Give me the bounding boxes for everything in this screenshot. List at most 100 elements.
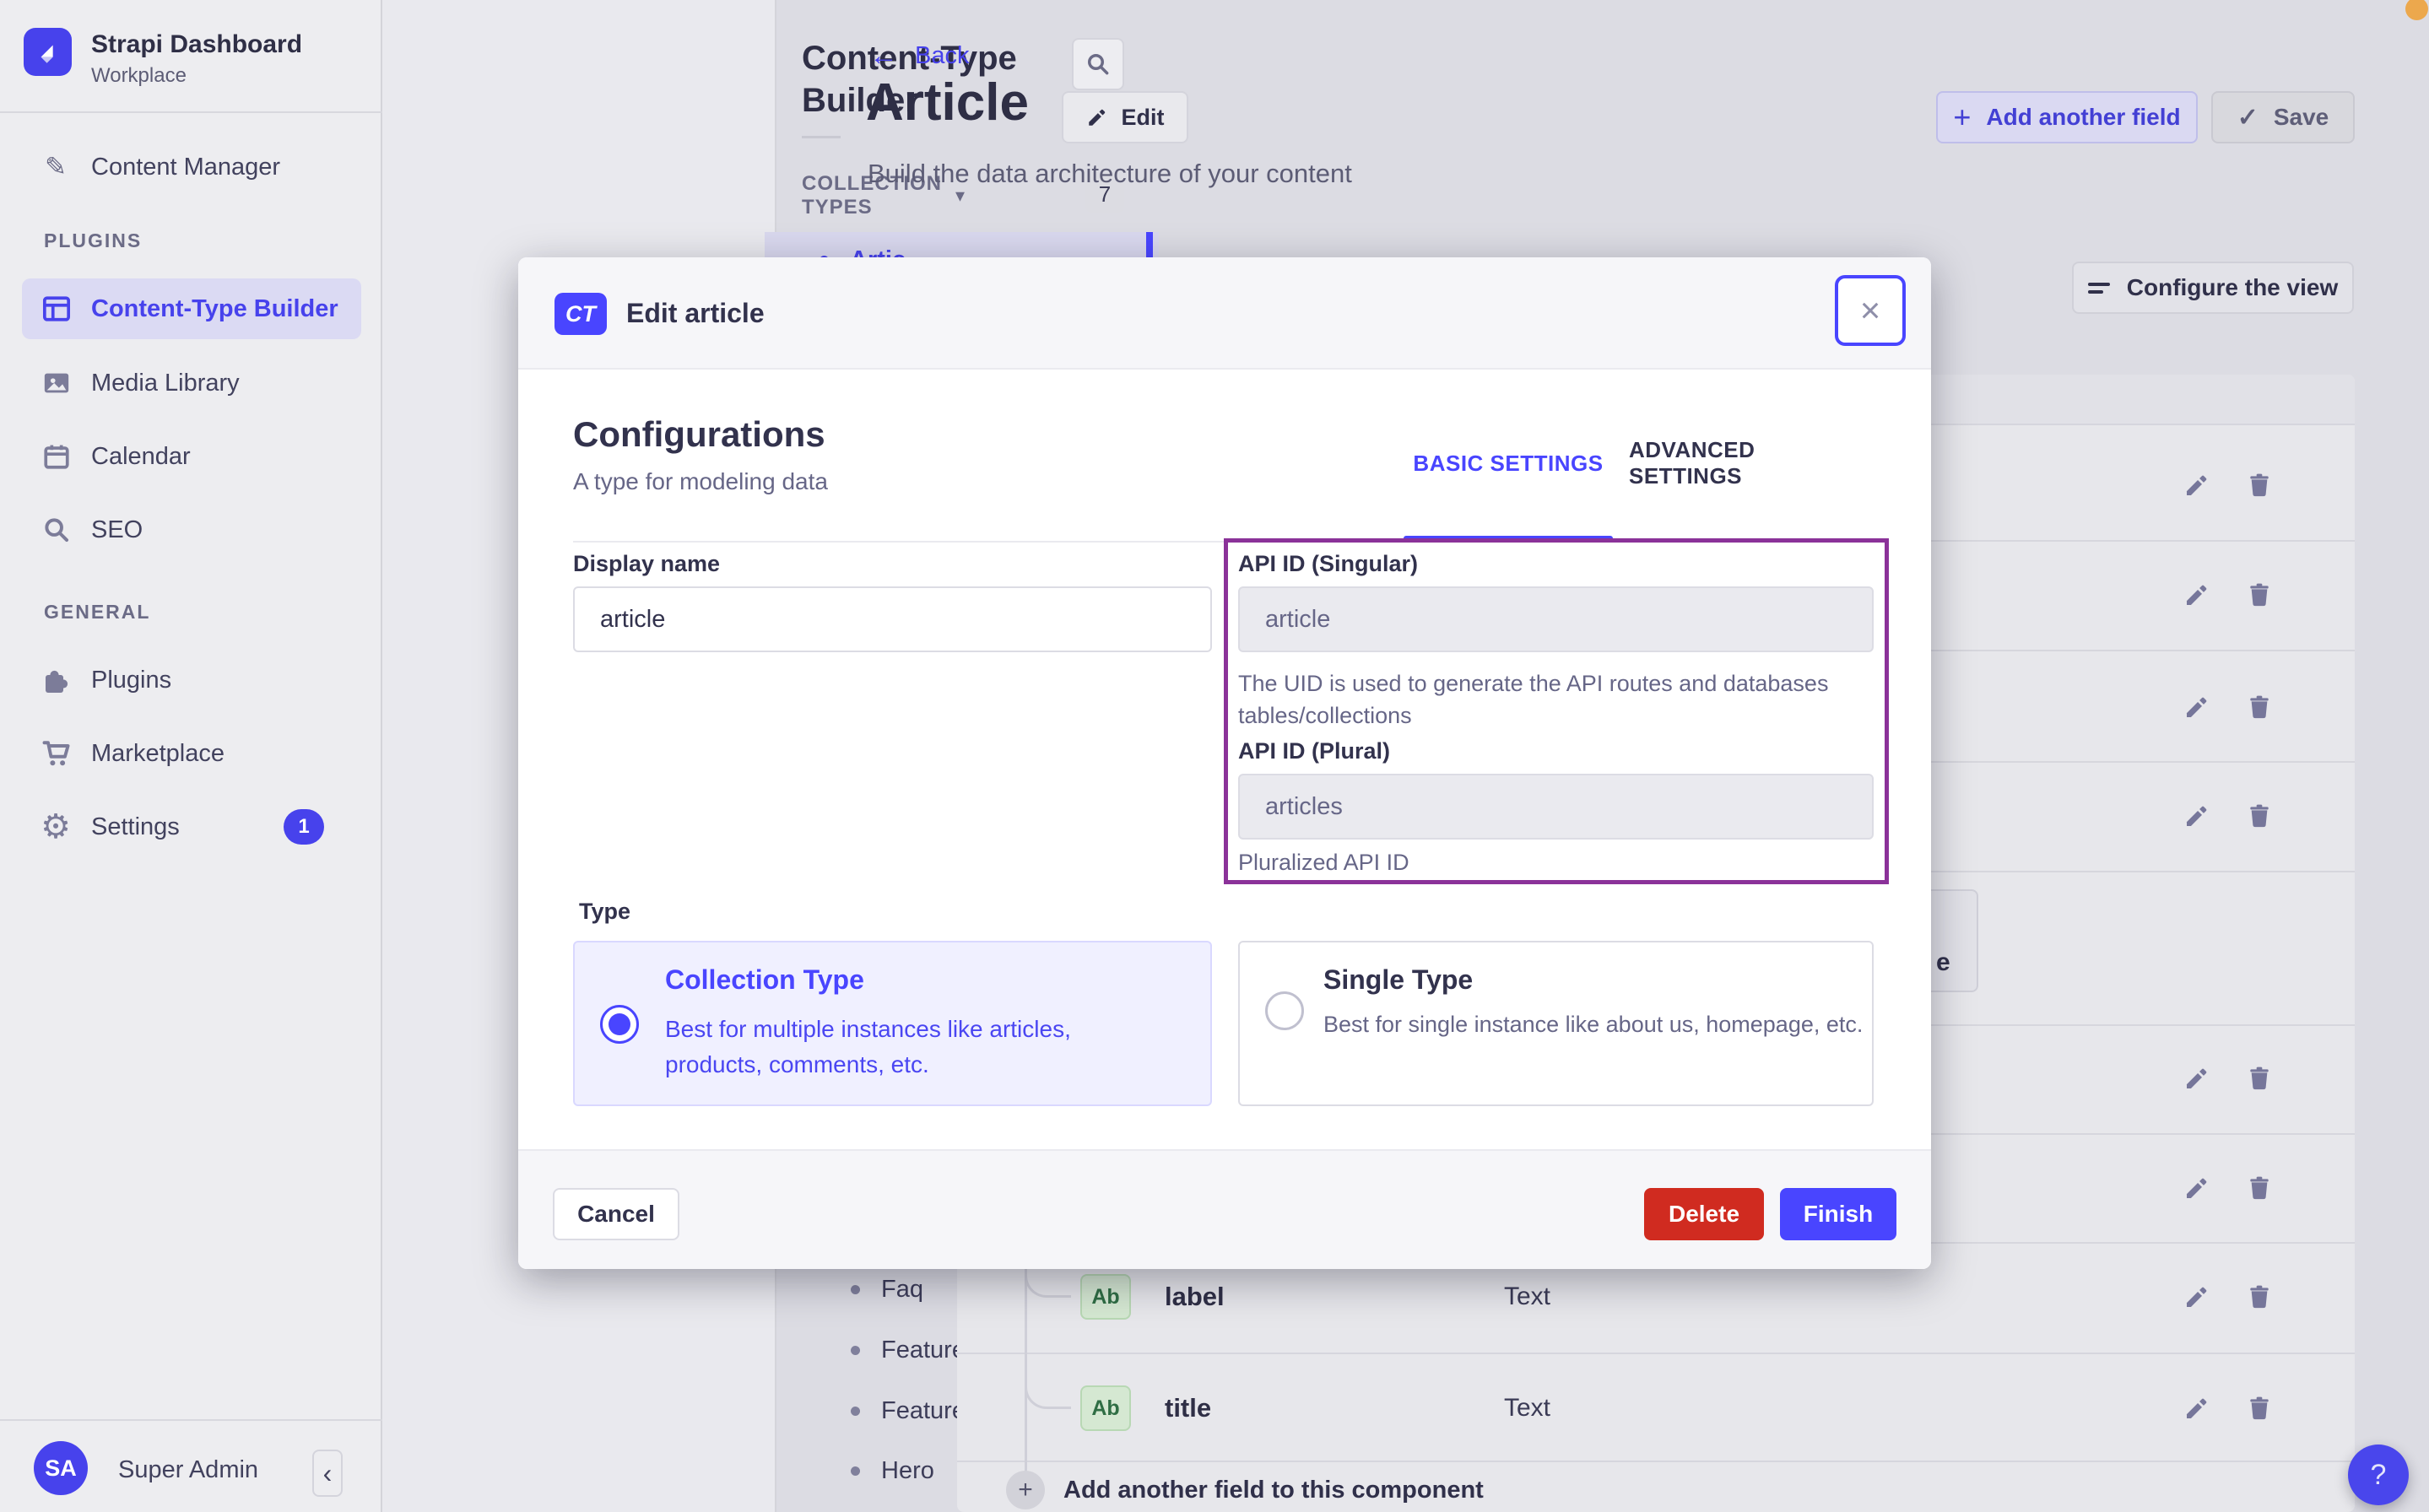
plugins-section-title: PLUGINS [44,230,143,251]
page-subtitle: Build the data architecture of your cont… [868,159,1352,188]
general-section-title: GENERAL [44,601,151,623]
api-id-singular-help: The UID is used to generate the API rout… [1238,671,1829,728]
sidebar-item-label: Marketplace [91,739,225,767]
settings-notification-badge: 1 [284,809,324,845]
cart-icon [41,738,71,769]
image-icon [42,369,71,397]
api-id-plural-label: API ID (Plural) [1238,738,1391,764]
workspace-title: Strapi Dashboard [91,30,303,58]
plus-icon: + [1953,100,1972,134]
sidebar-item-label: Media Library [91,369,240,397]
edit-field-button[interactable] [2178,797,2215,834]
edit-field-button[interactable] [2178,1060,2215,1097]
collapse-sidebar-button[interactable]: ‹ [312,1450,343,1497]
close-icon: × [1859,290,1881,330]
edit-field-button[interactable] [2178,1169,2215,1207]
strapi-app: Strapi Dashboard Workplace ✎ Content Man… [0,0,2429,1512]
api-id-plural-input: articles [1238,774,1874,840]
sidebar-item-content-manager[interactable]: ✎ Content Manager [22,143,361,191]
active-tab-indicator [1404,536,1613,543]
sidebar-item-label: SEO [91,516,143,543]
field-name: label [1165,1282,1225,1311]
sidebar-item-media-library[interactable]: Media Library [22,359,361,407]
delete-field-button[interactable] [2241,1278,2278,1315]
edit-field-button[interactable] [2178,688,2215,726]
dialog-title: Edit article [626,298,765,328]
layout-grid-icon [42,294,71,323]
gear-icon: ⚙ [41,808,71,845]
dialog-footer: Cancel Delete Finish [518,1149,1931,1269]
field-type: Text [1504,1394,1551,1422]
sidebar-item-content-type-builder[interactable]: Content-Type Builder [22,278,361,339]
option-description: Best for single instance like about us, … [1323,1012,1864,1037]
sidebar-divider [0,111,382,113]
dialog-subheading: A type for modeling data [573,468,828,494]
delete-button[interactable]: Delete [1644,1188,1764,1240]
collection-type-option[interactable]: Collection Type Best for multiple instan… [573,941,1212,1106]
sidebar-item-settings[interactable]: ⚙ Settings 1 [22,803,361,850]
display-name-label: Display name [573,551,721,576]
chevron-left-icon: ‹ [322,1457,333,1488]
radio-unselected-icon[interactable] [1265,991,1304,1030]
pencil-icon [1086,106,1108,128]
edit-field-button[interactable] [2178,1278,2215,1315]
sidebar-item-label: Plugins [91,666,172,694]
tab-advanced-settings[interactable]: ADVANCED SETTINGS [1629,437,1865,489]
check-icon: ✓ [2237,103,2259,132]
sidebar-item-label: Calendar [91,442,191,470]
field-name: title [1165,1393,1212,1423]
question-icon: ? [2370,1458,2387,1491]
avatar[interactable]: SA [34,1441,88,1495]
edit-field-button[interactable] [2178,576,2215,613]
tabs-divider [573,541,1876,543]
api-id-singular-input: article [1238,586,1874,652]
text-field-badge: Ab [1080,1274,1131,1320]
add-field-to-component-row[interactable]: + Add another field to this component [957,1466,2355,1512]
page-title: Article [866,73,1029,132]
save-button[interactable]: ✓ Save [2211,91,2355,143]
api-id-plural-help: Pluralized API ID [1238,850,1409,875]
back-link[interactable]: ← Back [869,37,969,74]
cancel-button[interactable]: Cancel [553,1188,679,1240]
arrow-left-icon: ← [869,39,898,72]
help-button[interactable]: ? [2348,1444,2409,1505]
pen-icon: ✎ [45,152,67,181]
delete-field-button[interactable] [2241,797,2278,834]
user-name: Super Admin [118,1456,259,1483]
display-name-input[interactable]: article [573,586,1212,652]
sidebar-item-label: Content Manager [91,153,281,181]
calendar-icon [42,442,71,471]
add-another-field-button[interactable]: + Add another field [1936,91,2198,143]
option-description: Best for multiple instances like article… [665,1016,1071,1077]
sidebar-divider [0,1419,382,1421]
strapi-logo-icon [24,28,72,76]
hidden-button-peek: e [1928,889,1978,992]
search-icon [42,516,71,544]
tab-basic-settings[interactable]: BASIC SETTINGS [1404,445,1613,482]
single-type-option[interactable]: Single Type Best for single instance lik… [1238,941,1874,1106]
close-dialog-button[interactable]: × [1835,275,1906,346]
delete-field-button[interactable] [2241,688,2278,726]
edit-field-button[interactable] [2178,1390,2215,1427]
configure-view-button[interactable]: Configure the view [2072,262,2354,314]
delete-field-button[interactable] [2241,576,2278,613]
sidebar-item-calendar[interactable]: Calendar [22,433,361,480]
edit-button[interactable]: Edit [1062,91,1188,143]
plus-circle-icon: + [1006,1471,1045,1509]
delete-field-button[interactable] [2241,467,2278,504]
option-title: Single Type [1323,964,1474,995]
api-id-singular-label: API ID (Singular) [1238,551,1419,576]
sidebar-item-plugins[interactable]: Plugins [22,656,361,704]
delete-field-button[interactable] [2241,1060,2278,1097]
delete-field-button[interactable] [2241,1390,2278,1427]
workspace-subtitle: Workplace [91,64,187,87]
radio-selected-icon[interactable] [600,1005,639,1044]
finish-button[interactable]: Finish [1780,1188,1896,1240]
sidebar-item-seo[interactable]: SEO [22,506,361,554]
filter-lines-icon [2087,282,2110,294]
edit-field-button[interactable] [2178,467,2215,504]
sidebar-item-marketplace[interactable]: Marketplace [22,730,361,777]
option-title: Collection Type [665,964,864,995]
delete-field-button[interactable] [2241,1169,2278,1207]
content-type-badge: CT [555,293,607,335]
